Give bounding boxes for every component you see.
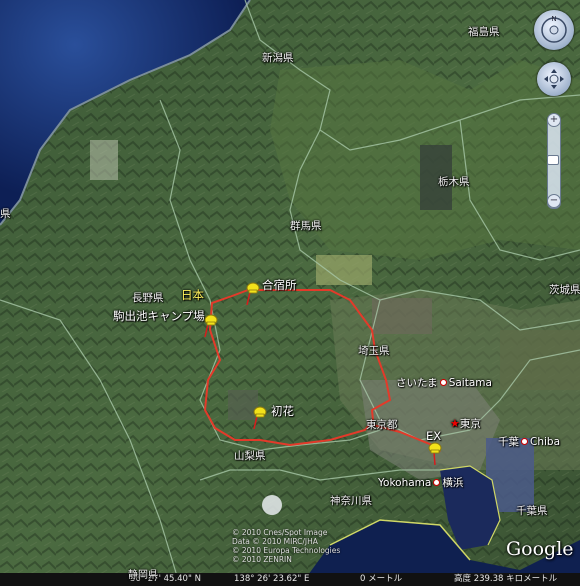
label-chiba-en: Chiba xyxy=(530,436,561,448)
pushpin-hatsuhana-icon[interactable] xyxy=(251,404,269,430)
zoom-thumb[interactable] xyxy=(547,155,559,165)
copyright-line: Data © 2010 MIRC/JHA xyxy=(232,537,318,546)
copyright-line: © 2010 Cnes/Spot Image xyxy=(232,528,328,537)
label-yokohama-kanji: 横浜 xyxy=(442,477,464,489)
label-gunma: 群馬県 xyxy=(290,220,322,232)
city-dot-icon xyxy=(521,438,528,445)
minus-icon[interactable]: − xyxy=(547,194,561,208)
move-joystick-icon[interactable] xyxy=(537,62,571,96)
elevation-readout: 0 メートル xyxy=(360,574,403,584)
label-tochigi: 栃木県 xyxy=(438,176,470,188)
label-komadeike[interactable]: 駒出池キャンプ場 xyxy=(113,310,205,323)
label-saitama: さいたま Saitama xyxy=(396,377,492,389)
label-chiba-kanji: 千葉 xyxy=(498,436,519,448)
label-saitama-en: Saitama xyxy=(448,377,492,389)
label-tokyo: ★東京 xyxy=(450,417,481,431)
altitude-readout: 高度 239.38 キロメートル xyxy=(454,574,558,584)
label-ibaraki: 茨城県 xyxy=(549,284,580,296)
label-yokohama: Yokohama 横浜 xyxy=(378,477,463,489)
compass-look-icon[interactable]: N xyxy=(534,10,574,50)
label-gassyukujo[interactable]: 合宿所 xyxy=(262,279,297,292)
google-logo: Google xyxy=(506,538,574,560)
capital-star-icon: ★ xyxy=(450,417,460,430)
copyright-line: © 2010 ZENRIN xyxy=(232,555,292,564)
label-yamanashi: 山梨県 xyxy=(234,450,266,462)
label-chiba: 千葉 Chiba xyxy=(498,436,560,448)
label-saitama-pref: 埼玉県 xyxy=(358,345,390,357)
pushpin-komadeike-icon[interactable] xyxy=(202,312,220,338)
label-chiba-pref: 千葉県 xyxy=(516,505,548,517)
label-nagano: 長野県 xyxy=(132,292,164,304)
label-yokohama-en: Yokohama xyxy=(378,477,432,489)
city-dot-icon xyxy=(439,379,447,386)
label-fukushima: 福島県 xyxy=(468,26,500,38)
svg-text:N: N xyxy=(551,15,556,23)
label-kanagawa: 神奈川県 xyxy=(330,495,372,507)
copyright-block: © 2010 Cnes/Spot Image Data © 2010 MIRC/… xyxy=(232,528,340,564)
mt-fuji xyxy=(262,495,282,515)
label-saitama-city: さいたま xyxy=(396,377,438,389)
label-nihon[interactable]: 日本 xyxy=(181,289,204,302)
label-niigata: 新潟県 xyxy=(262,52,294,64)
plus-icon[interactable]: + xyxy=(547,113,561,127)
label-tokyo-text: 東京 xyxy=(459,418,481,430)
pushpin-ex-icon[interactable] xyxy=(426,440,444,466)
copyright-line: © 2010 Europa Technologies xyxy=(232,546,341,555)
label-shizuoka: 静岡県 xyxy=(128,570,158,581)
satellite-imagery xyxy=(0,0,580,586)
longitude-readout: 138° 26' 23.62" E xyxy=(234,574,310,584)
map-viewport[interactable]: 福島県 新潟県 栃木県 群馬県 茨城県 県 長野県 日本 合宿所 駒出池キャンプ… xyxy=(0,0,580,586)
city-dot-icon xyxy=(433,479,441,486)
label-tokyo-to: 東京都 xyxy=(366,419,398,431)
status-bar: 36° 27' 45.40" N 138° 26' 23.62" E 0 メート… xyxy=(0,573,580,586)
pushpin-gassyukujo-icon[interactable] xyxy=(244,280,262,306)
label-hatsuhana[interactable]: 初花 xyxy=(271,405,294,418)
label-left-edge: 県 xyxy=(0,208,11,220)
